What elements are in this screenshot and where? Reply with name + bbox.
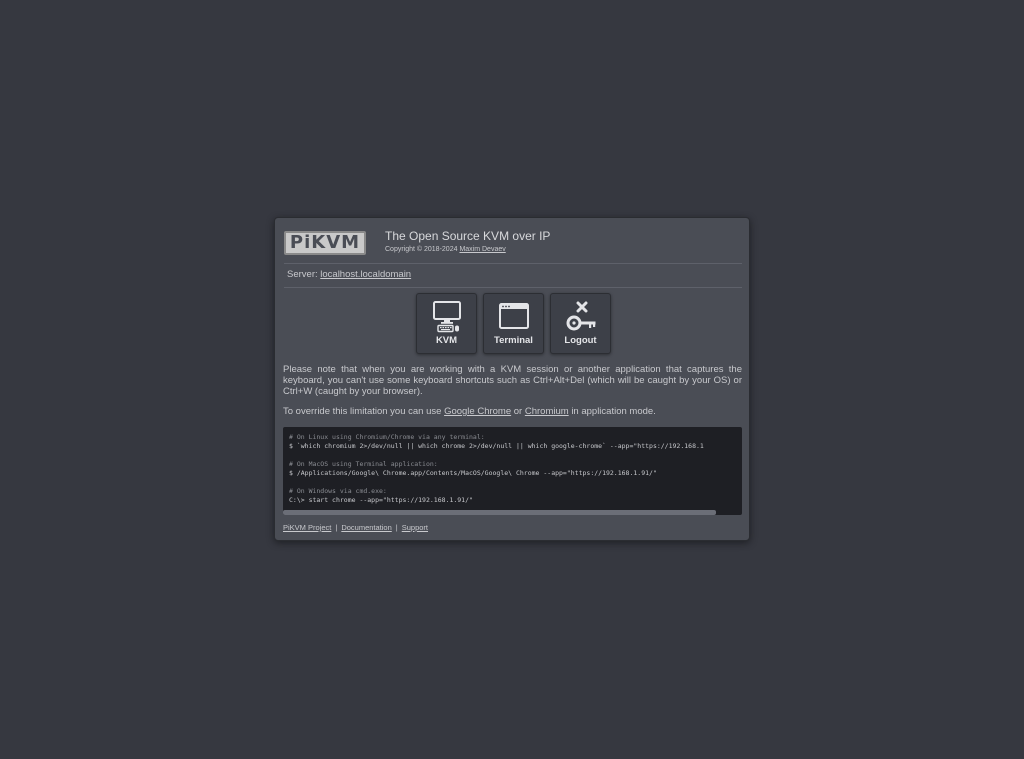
pikvm-logo: PiKVM: [284, 231, 366, 255]
monitor-keyboard-icon: [432, 301, 461, 333]
google-chrome-link[interactable]: Google Chrome: [444, 406, 511, 417]
documentation-link[interactable]: Documentation: [341, 523, 391, 532]
terminal-button[interactable]: Terminal: [483, 293, 544, 354]
page-title: The Open Source KVM over IP: [385, 229, 551, 243]
footer-links: PiKVM Project | Documentation | Support: [283, 523, 428, 532]
logout-label: Logout: [564, 335, 597, 346]
note-paragraph-override: To override this limitation you can use …: [283, 406, 742, 417]
code-comment: # On MacOS using Terminal application:: [289, 460, 438, 468]
start-window: PiKVM The Open Source KVM over IP Copyri…: [274, 217, 750, 541]
keyboard-note: Please note that when you are working wi…: [283, 364, 742, 417]
code-line: $ `which chromium 2>/dev/null || which c…: [289, 442, 704, 450]
logout-button[interactable]: Logout: [550, 293, 611, 354]
horizontal-scrollbar[interactable]: [283, 510, 716, 515]
code-comment: # On Windows via cmd.exe:: [289, 487, 387, 495]
copyright: Copyright © 2018-2024 Maxim Devaev: [385, 246, 506, 253]
kvm-label: KVM: [435, 335, 458, 346]
note-paragraph: Please note that when you are working wi…: [283, 364, 742, 397]
app-buttons: KVM Terminal Logout: [416, 293, 611, 354]
author-link[interactable]: Maxim Devaev: [459, 246, 505, 253]
note-text: or: [513, 406, 523, 417]
code-content: # On Linux using Chromium/Chrome via any…: [283, 427, 742, 505]
server-label: Server:: [287, 269, 318, 280]
copyright-text: Copyright © 2018-2024: [385, 246, 458, 253]
terminal-window-icon: [498, 303, 529, 329]
footer-separator: |: [395, 523, 398, 532]
logo-text: PiKVM: [289, 232, 361, 253]
code-line: $ /Applications/Google\ Chrome.app/Conte…: [289, 469, 657, 477]
server-hostname-link[interactable]: localhost.localdomain: [320, 269, 411, 280]
server-info: Server: localhost.localdomain: [287, 269, 411, 280]
kvm-button[interactable]: KVM: [416, 293, 477, 354]
divider: [284, 263, 742, 264]
support-link[interactable]: Support: [402, 523, 428, 532]
divider: [284, 287, 742, 288]
header: PiKVM The Open Source KVM over IP Copyri…: [284, 229, 742, 263]
key-cross-icon: [566, 301, 595, 331]
note-text: To override this limitation you can use: [283, 406, 442, 417]
chromium-link[interactable]: Chromium: [525, 406, 569, 417]
code-comment: # On Linux using Chromium/Chrome via any…: [289, 433, 485, 441]
code-line: C:\> start chrome --app="https://192.168…: [289, 496, 473, 504]
note-text: in application mode.: [571, 406, 656, 417]
footer-separator: |: [335, 523, 338, 532]
terminal-label: Terminal: [494, 335, 533, 346]
pikvm-project-link[interactable]: PiKVM Project: [283, 523, 331, 532]
code-block[interactable]: # On Linux using Chromium/Chrome via any…: [283, 427, 742, 515]
